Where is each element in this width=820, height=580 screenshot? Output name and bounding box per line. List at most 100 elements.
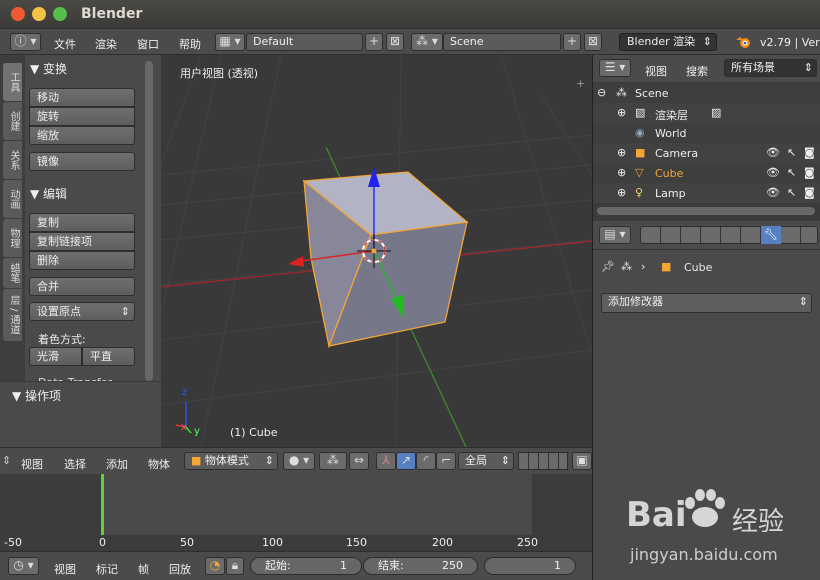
transform-orientation-dropdown[interactable]: 全局 ⇕: [458, 452, 514, 470]
start-frame-field[interactable]: 起始: 1: [250, 557, 362, 575]
transform-panel-header[interactable]: ▼ 变换: [30, 60, 67, 77]
menu-outliner-view[interactable]: 视图: [645, 63, 667, 79]
eye-icon[interactable]: 👁︎: [766, 146, 780, 159]
tool-shelf-scrollbar[interactable]: [145, 61, 153, 381]
duplicate-linked-button[interactable]: 复制链接项: [29, 232, 135, 251]
eye-icon[interactable]: 👁︎: [766, 166, 780, 179]
expand-icon[interactable]: ⊕: [617, 106, 626, 119]
menu-window[interactable]: 窗口: [137, 36, 159, 52]
menu-frame[interactable]: 帧: [138, 561, 149, 577]
preview-range-icon[interactable]: ◔: [205, 557, 225, 575]
collapse-icon[interactable]: ⊖: [597, 86, 606, 99]
move-button[interactable]: 移动: [29, 88, 135, 107]
tab-tools[interactable]: 工具: [3, 63, 22, 101]
lock-icon[interactable]: 🔒︎: [226, 557, 244, 575]
remove-scene-icon[interactable]: ⊠: [584, 33, 602, 51]
menu-file[interactable]: 文件: [54, 36, 76, 52]
render-preview-icon[interactable]: ▣: [572, 452, 592, 470]
scene-field[interactable]: Scene: [443, 33, 561, 51]
tab-physics[interactable]: 物理: [3, 219, 22, 257]
pin-icon[interactable]: 📌︎: [601, 260, 615, 273]
end-frame-field[interactable]: 结束: 250: [363, 557, 478, 575]
cursor-select-icon[interactable]: ↖: [787, 166, 796, 179]
editor-type-info-icon[interactable]: ⓘ ▾: [10, 33, 41, 51]
scale-button[interactable]: 缩放: [29, 126, 135, 145]
tab-grease-pencil[interactable]: 蜡笔: [3, 258, 22, 288]
add-modifier-dropdown[interactable]: 添加修改器 ⇕: [601, 293, 812, 313]
tab-layers-passes[interactable]: 层 / 通道: [3, 289, 22, 341]
expand-icon[interactable]: ⊕: [617, 166, 626, 179]
cube-mesh[interactable]: [302, 171, 469, 349]
cursor-select-icon[interactable]: ↖: [787, 146, 796, 159]
outliner-row-world[interactable]: ◉ World: [593, 123, 820, 143]
menu-add[interactable]: 添加: [106, 456, 128, 472]
add-scene-icon[interactable]: +: [563, 33, 581, 51]
menu-view[interactable]: 视图: [21, 456, 43, 472]
duplicate-button[interactable]: 复制: [29, 213, 135, 232]
delete-button[interactable]: 删除: [29, 251, 135, 270]
render-camera-icon[interactable]: ◙: [804, 166, 815, 179]
minimize-window-button[interactable]: [32, 7, 46, 21]
tab-relations[interactable]: 关系: [3, 141, 22, 179]
outliner-row-camera[interactable]: ⊕ ■ Camera 👁︎ ↖ ◙: [593, 143, 820, 163]
edit-panel-header[interactable]: ▼ 编辑: [30, 185, 67, 202]
screen-layout-icon[interactable]: ▦ ▾: [215, 33, 245, 51]
scene-icon[interactable]: ⁂ ▾: [411, 33, 443, 51]
interaction-mode-dropdown[interactable]: ■ 物体模式 ⇕: [184, 452, 278, 470]
close-window-button[interactable]: [11, 7, 25, 21]
outliner-display-filter[interactable]: 所有场景 ⇕: [724, 59, 817, 77]
view3d-editor-icon[interactable]: ⇕: [2, 454, 11, 467]
render-engine-dropdown[interactable]: Blender 渲染 ⇕: [619, 33, 717, 51]
tab-animation[interactable]: 动画: [3, 180, 22, 218]
shade-smooth-button[interactable]: 光滑: [29, 347, 82, 366]
cursor-select-icon[interactable]: ↖: [787, 186, 796, 199]
remove-layout-icon[interactable]: ⊠: [386, 33, 404, 51]
viewport-shading-dropdown[interactable]: ● ▾: [283, 452, 315, 470]
menu-render[interactable]: 渲染: [95, 36, 117, 52]
translate-manipulator-icon[interactable]: ↗: [396, 452, 416, 470]
expand-icon[interactable]: ⊕: [617, 186, 626, 199]
timeline-frame-cursor[interactable]: [101, 474, 104, 535]
tab-create[interactable]: 创建: [3, 102, 22, 140]
properties-editor-icon[interactable]: ▤ ▾: [599, 226, 631, 244]
current-frame-field[interactable]: 1: [484, 557, 576, 575]
menu-outliner-search[interactable]: 搜索: [686, 63, 708, 79]
outliner-row-render-layers[interactable]: ⊕ ▧ 渲染层 ▨: [593, 103, 820, 123]
render-camera-icon[interactable]: ◙: [804, 146, 815, 159]
operator-panel-header[interactable]: ▼ 操作项: [12, 387, 61, 404]
3d-viewport[interactable]: z x y 用户视图 (透视) (1) Cube +: [161, 55, 592, 447]
eye-icon[interactable]: 👁︎: [766, 186, 780, 199]
scale-manipulator-icon[interactable]: ⌐: [436, 452, 456, 470]
timeline-editor-icon[interactable]: ◷ ▾: [8, 557, 39, 575]
manipulator-toggle-icon[interactable]: ⇔: [349, 452, 369, 470]
outliner-row-scene[interactable]: ⊖ ⁂ Scene: [593, 83, 820, 103]
menu-marker[interactable]: 标记: [96, 561, 118, 577]
modifier-wrench-icon[interactable]: 🔧︎: [761, 226, 781, 244]
outliner-row-lamp[interactable]: ⊕ ♀ Lamp 👁︎ ↖ ◙: [593, 183, 820, 203]
layer-buttons[interactable]: [518, 452, 568, 470]
set-origin-dropdown[interactable]: 设置原点 ⇕: [29, 302, 135, 321]
render-camera-icon[interactable]: ◙: [804, 186, 815, 199]
outliner-editor-icon[interactable]: ☰ ▾: [599, 59, 631, 77]
pivot-point-dropdown[interactable]: ⁂: [319, 452, 347, 470]
menu-view-timeline[interactable]: 视图: [54, 561, 76, 577]
add-layout-icon[interactable]: +: [365, 33, 383, 51]
timeline-area[interactable]: [0, 474, 592, 535]
maximize-window-button[interactable]: [53, 7, 67, 21]
menu-help[interactable]: 帮助: [179, 36, 201, 52]
rotate-button[interactable]: 旋转: [29, 107, 135, 126]
outliner-scrollbar[interactable]: [597, 207, 815, 215]
properties-context-tabs[interactable]: 🔧︎: [640, 226, 818, 244]
properties-region-toggle-icon[interactable]: +: [576, 77, 585, 90]
manipulator-icon[interactable]: ⅄: [376, 452, 396, 470]
menu-select[interactable]: 选择: [64, 456, 86, 472]
shade-flat-button[interactable]: 平直: [82, 347, 135, 366]
expand-icon[interactable]: ⊕: [617, 146, 626, 159]
mirror-button[interactable]: 镜像: [29, 152, 135, 171]
outliner-row-cube[interactable]: ⊕ ▽ Cube 👁︎ ↖ ◙: [593, 163, 820, 183]
menu-object[interactable]: 物体: [148, 456, 170, 472]
menu-playback[interactable]: 回放: [169, 561, 191, 577]
join-button[interactable]: 合并: [29, 277, 135, 296]
screen-layout-field[interactable]: Default: [246, 33, 363, 51]
rotate-manipulator-icon[interactable]: ◜: [416, 452, 436, 470]
